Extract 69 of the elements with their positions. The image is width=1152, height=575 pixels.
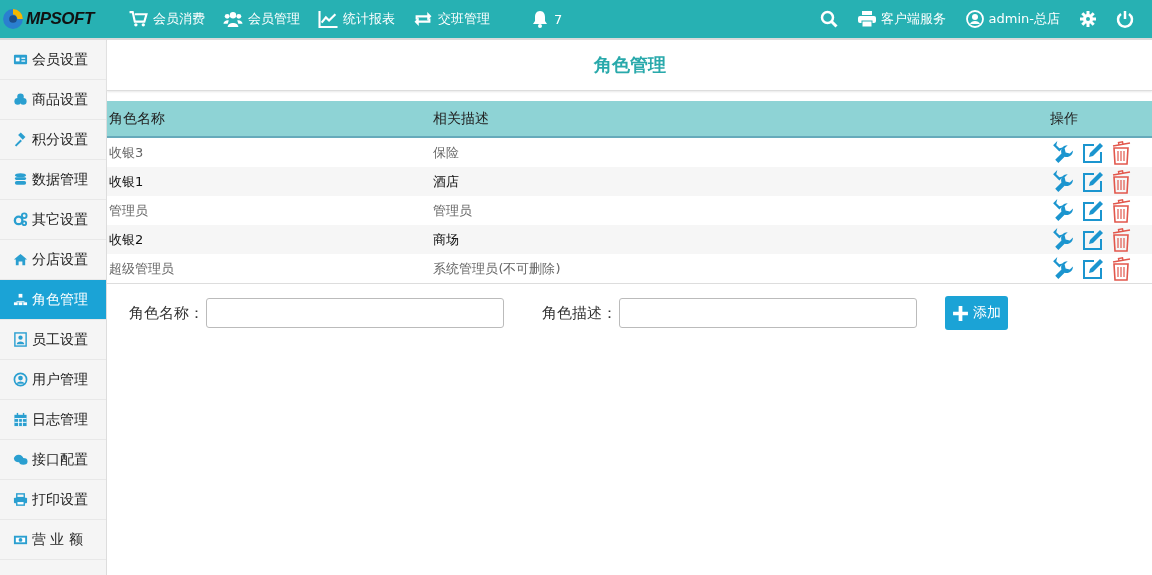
edit-icon[interactable] xyxy=(1082,199,1104,222)
wrench-icon[interactable] xyxy=(1050,198,1075,223)
table-cell: 收银1 xyxy=(107,167,432,196)
edit-icon[interactable] xyxy=(1082,257,1104,280)
database-icon xyxy=(13,172,28,187)
trash-icon[interactable] xyxy=(1111,198,1131,223)
search-icon[interactable] xyxy=(819,10,838,28)
sidebar-item[interactable]: 会员设置 xyxy=(0,40,106,80)
role-description-field[interactable] xyxy=(619,298,917,328)
table-cell: 收银2 xyxy=(107,225,432,254)
role-description-label: 角色描述： xyxy=(542,303,617,323)
sidebar-item[interactable]: 营 业 额 xyxy=(0,520,106,560)
sidebar-item[interactable]: 用户管理 xyxy=(0,360,106,400)
table-cell: 保险 xyxy=(431,137,1048,167)
user-circle-icon xyxy=(13,372,28,387)
role-name-label: 角色名称： xyxy=(129,303,204,323)
sidebar-item[interactable]: 接口配置 xyxy=(0,440,106,480)
table-cell: 酒店 xyxy=(431,167,1048,196)
plus-icon xyxy=(952,304,969,322)
table-cell: 收银3 xyxy=(107,137,432,167)
home-icon xyxy=(13,252,28,267)
column-header: 操作 xyxy=(1048,101,1152,137)
wrench-icon[interactable] xyxy=(1050,140,1075,165)
gears-icon xyxy=(13,212,28,227)
settings-icon[interactable] xyxy=(1080,11,1096,27)
power-icon[interactable] xyxy=(1116,10,1134,28)
sidebar-item[interactable]: 员工设置 xyxy=(0,320,106,360)
wrench-icon[interactable] xyxy=(1050,256,1075,281)
trash-icon[interactable] xyxy=(1111,256,1131,281)
users-icon xyxy=(223,10,243,28)
table-cell: 系统管理员(不可删除) xyxy=(431,254,1048,284)
sidebar-item[interactable]: 积分设置 xyxy=(0,120,106,160)
role-name-field[interactable] xyxy=(206,298,504,328)
id-card-icon xyxy=(13,52,28,67)
logo-icon xyxy=(2,8,24,30)
page-title: 角色管理 xyxy=(593,53,666,77)
exchange-icon xyxy=(413,10,433,28)
edit-icon[interactable] xyxy=(1082,228,1104,251)
gavel-icon xyxy=(13,132,28,147)
sitemap-icon xyxy=(13,292,28,307)
sidebar-item[interactable]: 其它设置 xyxy=(0,200,106,240)
calendar-icon xyxy=(13,412,28,427)
table-cell: 管理员 xyxy=(431,196,1048,225)
sidebar-item[interactable]: 日志管理 xyxy=(0,400,106,440)
sidebar-item[interactable]: 打印设置 xyxy=(0,480,106,520)
chat-bubbles-icon xyxy=(13,452,28,467)
chart-icon xyxy=(318,10,338,28)
edit-icon[interactable] xyxy=(1082,141,1104,164)
table-cell: 商场 xyxy=(431,225,1048,254)
trash-icon[interactable] xyxy=(1111,140,1131,165)
edit-icon[interactable] xyxy=(1082,170,1104,193)
printer-icon xyxy=(857,11,876,27)
bell-icon xyxy=(532,10,548,28)
cubes-icon xyxy=(13,92,28,107)
logo-text: MPSOFT xyxy=(26,9,94,29)
sidebar-item[interactable]: 数据管理 xyxy=(0,160,106,200)
table-cell: 管理员 xyxy=(107,196,432,225)
wrench-icon[interactable] xyxy=(1050,227,1075,252)
trash-icon[interactable] xyxy=(1111,227,1131,252)
cart-icon xyxy=(128,10,148,28)
table-cell: 超级管理员 xyxy=(107,254,432,284)
printer-icon xyxy=(13,492,28,507)
trash-icon[interactable] xyxy=(1111,169,1131,194)
contact-card-icon xyxy=(13,332,28,347)
column-header: 角色名称 xyxy=(107,101,432,137)
sidebar-item[interactable]: 商品设置 xyxy=(0,80,106,120)
user-circle-icon xyxy=(965,10,984,28)
wrench-icon[interactable] xyxy=(1050,169,1075,194)
column-header: 相关描述 xyxy=(431,101,1048,137)
